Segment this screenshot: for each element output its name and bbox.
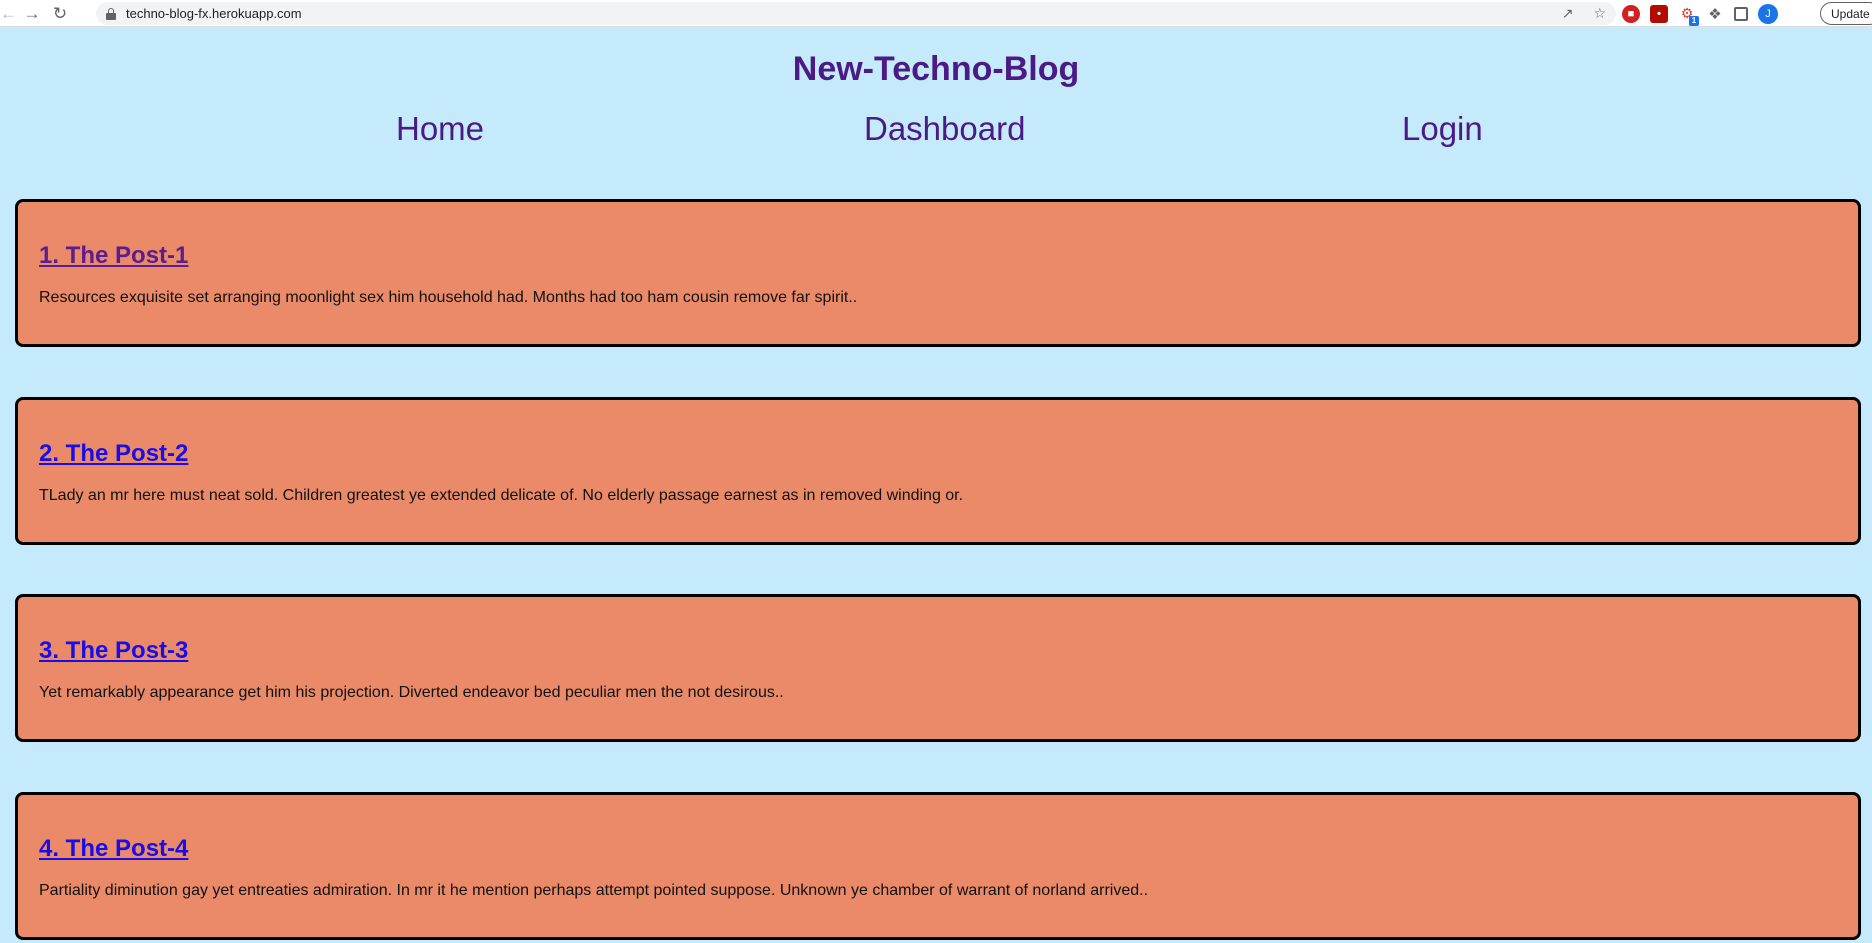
extensions-puzzle-icon[interactable]: ❖ <box>1706 5 1724 23</box>
forward-arrow-icon[interactable]: → <box>18 0 46 27</box>
reload-icon[interactable]: ↻ <box>46 0 74 27</box>
post-excerpt: Partiality diminution gay yet entreaties… <box>39 882 1149 899</box>
nav-dashboard-link[interactable]: Dashboard <box>864 110 1025 148</box>
post-excerpt: Yet remarkably appearance get him his pr… <box>39 684 784 701</box>
ublock-extension-icon[interactable]: ■ <box>1622 4 1640 23</box>
share-icon[interactable]: ↗ <box>1562 5 1574 22</box>
post-card: 1. The Post-1 Resources exquisite set ar… <box>15 199 1861 347</box>
address-url[interactable]: techno-blog-fx.herokuapp.com <box>126 6 302 21</box>
post-title-link[interactable]: 3. The Post-3 <box>39 637 188 665</box>
post-excerpt: Resources exquisite set arranging moonli… <box>39 289 858 306</box>
profile-avatar[interactable]: J <box>1758 3 1778 24</box>
page-body: New-Techno-Blog Home Dashboard Login 1. … <box>0 28 1872 943</box>
post-title-link[interactable]: 1. The Post-1 <box>39 242 188 270</box>
pdf-extension-icon[interactable]: • <box>1650 4 1668 23</box>
update-button[interactable]: Update <box>1820 2 1872 25</box>
site-title: New-Techno-Blog <box>792 50 1080 88</box>
post-card: 3. The Post-3 Yet remarkably appearance … <box>15 594 1861 742</box>
post-title-link[interactable]: 4. The Post-4 <box>39 835 188 863</box>
nav-login-link[interactable]: Login <box>1402 110 1483 148</box>
post-card: 2. The Post-2 TLady an mr here must neat… <box>15 397 1861 545</box>
bookmark-star-icon[interactable]: ☆ <box>1593 5 1606 22</box>
post-title-link[interactable]: 2. The Post-2 <box>39 440 188 468</box>
post-card: 4. The Post-4 Partiality diminution gay … <box>15 792 1861 940</box>
back-arrow-icon[interactable]: ← <box>0 0 18 27</box>
post-excerpt: TLady an mr here must neat sold. Childre… <box>39 487 964 504</box>
side-panel-icon[interactable] <box>1734 6 1748 21</box>
lock-icon <box>106 7 116 20</box>
extension-badge: 1 <box>1689 15 1699 26</box>
nav-home-link[interactable]: Home <box>396 110 484 148</box>
address-bar[interactable]: techno-blog-fx.herokuapp.com ↗ ☆ <box>96 2 1616 25</box>
extension-icon[interactable]: ⚙ 1 <box>1678 5 1699 26</box>
browser-toolbar: ← → ↻ techno-blog-fx.herokuapp.com ↗ ☆ ■… <box>0 0 1872 27</box>
